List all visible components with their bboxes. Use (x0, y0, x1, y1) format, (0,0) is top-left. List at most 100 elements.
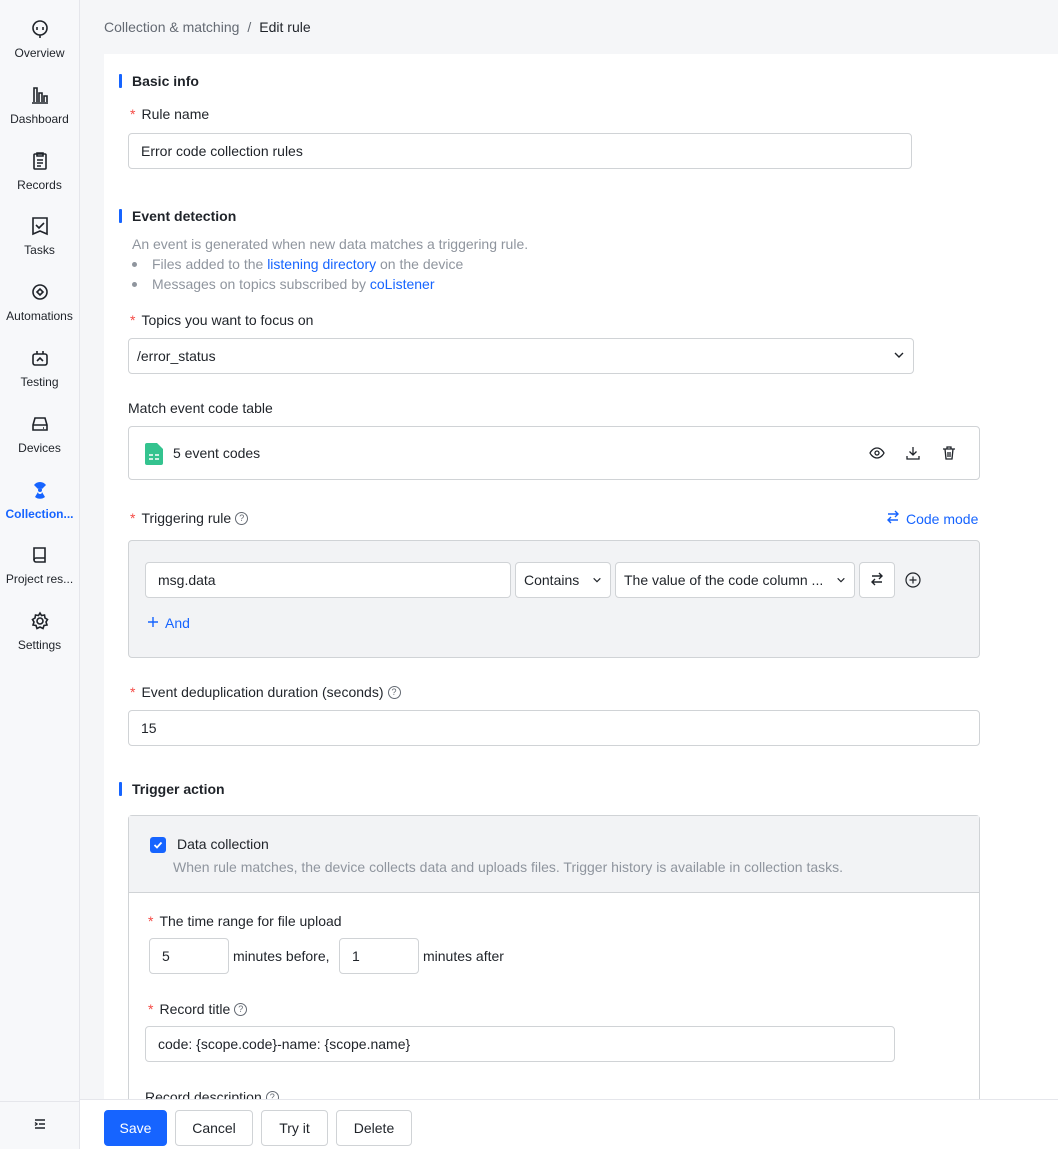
record-description-label: Record description ? (145, 1089, 279, 1099)
sidebar-item-label: Settings (17, 638, 62, 652)
breadcrumb-separator: / (247, 19, 252, 35)
data-collection-description: When rule matches, the device collects d… (173, 859, 844, 875)
condition-field-input[interactable]: msg.data (145, 562, 511, 598)
gear-icon (29, 610, 51, 632)
required-mark: * (148, 1001, 154, 1017)
sidebar-item-collection[interactable]: Collection... (0, 471, 79, 531)
event-source-bullet-files: Files added to the listening directory o… (132, 256, 463, 272)
sidebar-item-label: Dashboard (10, 112, 69, 126)
help-icon[interactable]: ? (387, 685, 401, 699)
condition-operator-select[interactable]: Contains (515, 562, 611, 598)
colistener-link[interactable]: coListener (370, 276, 435, 292)
sidebar-item-label: Automations (6, 309, 73, 323)
book-icon (29, 544, 51, 566)
data-collection-action: Data collection When rule matches, the d… (128, 815, 980, 1099)
event-source-bullet-topics: Messages on topics subscribed by coListe… (132, 276, 434, 292)
sidebar-item-testing[interactable]: Testing (0, 339, 79, 399)
swap-condition-button[interactable] (859, 562, 895, 598)
save-button[interactable]: Save (104, 1110, 167, 1146)
delete-button[interactable]: Delete (336, 1110, 412, 1146)
help-icon[interactable]: ? (235, 511, 249, 525)
topics-select[interactable]: /error_status (128, 338, 914, 374)
time-range-label: * The time range for file upload (148, 913, 342, 929)
bar-chart-icon (29, 84, 51, 106)
download-icon[interactable] (903, 443, 923, 463)
sidebar-item-label: Testing (20, 375, 59, 389)
record-title-input[interactable]: code: {scope.code}-name: {scope.name} (145, 1026, 895, 1062)
event-detection-description: An event is generated when new data matc… (132, 236, 529, 252)
required-mark: * (148, 913, 154, 929)
automation-icon (29, 281, 51, 303)
sidebar: Overview Dashboard Records Tasks Automat… (0, 0, 80, 1149)
sidebar-item-overview[interactable]: Overview (0, 10, 79, 70)
sidebar-item-settings[interactable]: Settings (0, 602, 79, 662)
sidebar-item-label: Overview (14, 46, 65, 60)
chevron-down-icon (836, 572, 846, 588)
sidebar-item-tasks[interactable]: Tasks (0, 207, 79, 267)
preview-eye-icon[interactable] (867, 443, 887, 463)
clipboard-icon (29, 150, 51, 172)
data-collection-checkbox[interactable] (150, 837, 166, 853)
swap-arrows-icon (886, 510, 900, 527)
data-collection-header: Data collection When rule matches, the d… (129, 816, 979, 893)
rule-name-input[interactable]: Error code collection rules (128, 133, 912, 169)
listening-directory-link[interactable]: listening directory (267, 256, 376, 272)
collapse-sidebar-icon (33, 1117, 47, 1134)
collection-radiation-icon (29, 479, 51, 501)
try-it-button[interactable]: Try it (261, 1110, 328, 1146)
chevron-down-icon (592, 572, 602, 588)
triggering-rule-label: * Triggering rule ? (130, 510, 249, 526)
dedup-duration-input[interactable]: 15 (128, 710, 980, 746)
task-check-icon (29, 215, 51, 237)
robot-face-icon (29, 18, 51, 40)
help-icon[interactable]: ? (265, 1090, 279, 1099)
code-mode-toggle[interactable]: Code mode (886, 510, 978, 527)
section-title-basic-info: Basic info (119, 73, 199, 89)
sidebar-item-automations[interactable]: Automations (0, 273, 79, 333)
minutes-before-input[interactable]: 5 (149, 938, 229, 974)
code-table-label: Match event code table (128, 400, 273, 416)
required-mark: * (130, 312, 136, 328)
condition-value-select[interactable]: The value of the code column ... (615, 562, 855, 598)
sidebar-item-project-resources[interactable]: Project res... (0, 536, 79, 596)
trash-icon[interactable] (939, 443, 959, 463)
check-icon (153, 841, 163, 849)
minutes-after-input[interactable]: 1 (339, 938, 419, 974)
sidebar-item-label: Tasks (24, 243, 55, 257)
breadcrumb-parent-link[interactable]: Collection & matching (104, 19, 239, 35)
minutes-after-text: minutes after (423, 948, 504, 964)
required-mark: * (130, 510, 136, 526)
sidebar-item-dashboard[interactable]: Dashboard (0, 76, 79, 136)
code-table-file-name: 5 event codes (173, 445, 261, 461)
section-title-event-detection: Event detection (119, 208, 236, 224)
data-collection-label: Data collection (177, 836, 269, 852)
spreadsheet-file-icon (145, 443, 163, 468)
required-mark: * (130, 106, 136, 122)
sidebar-item-label: Collection... (5, 507, 74, 521)
add-and-condition-button[interactable]: And (147, 615, 190, 631)
sidebar-item-label: Records (17, 178, 62, 192)
help-icon[interactable]: ? (234, 1002, 248, 1016)
chevron-down-icon (893, 348, 905, 364)
sidebar-item-records[interactable]: Records (0, 142, 79, 202)
record-title-label: * Record title ? (148, 1001, 248, 1017)
section-title-trigger-action: Trigger action (119, 781, 225, 797)
form-footer: Save Cancel Try it Delete (80, 1099, 1058, 1149)
sidebar-item-label: Devices (18, 441, 61, 455)
plus-icon (147, 615, 159, 631)
device-drive-icon (29, 413, 51, 435)
collapse-sidebar-button[interactable] (0, 1101, 79, 1149)
triggering-rule-box: msg.data Contains The value of the code … (128, 540, 980, 658)
add-condition-circle-icon[interactable] (903, 570, 923, 590)
testing-icon (29, 347, 51, 369)
cancel-button[interactable]: Cancel (175, 1110, 253, 1146)
sidebar-item-devices[interactable]: Devices (0, 405, 79, 465)
breadcrumb: Collection & matching / Edit rule (104, 19, 311, 35)
edit-rule-form: Basic info * Rule name Error code collec… (104, 54, 1058, 1099)
breadcrumb-current: Edit rule (259, 19, 311, 35)
sidebar-item-label: Project res... (5, 572, 74, 586)
swap-arrows-icon (870, 572, 884, 589)
required-mark: * (130, 684, 136, 700)
dedup-duration-label: * Event deduplication duration (seconds)… (130, 684, 401, 700)
code-table-file: 5 event codes (128, 426, 980, 480)
